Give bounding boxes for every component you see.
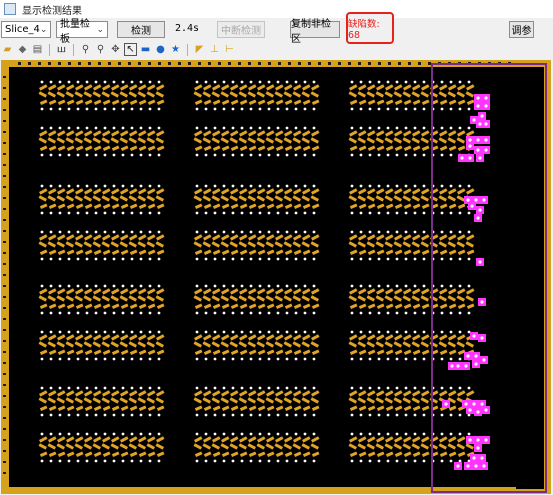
inspection-image[interactable] [0,60,553,495]
copy-noninspect-button[interactable]: 复制非检区 [290,19,340,45]
board-surface [9,67,516,487]
chevron-down-icon: ⌄ [96,24,104,35]
corner-marker-icon[interactable]: ⊢ [223,43,236,56]
open-folder-icon[interactable]: ▰ [1,43,14,56]
eraser-icon[interactable]: ◆ [16,43,29,56]
print-icon[interactable]: ▤ [31,43,44,56]
move-icon[interactable]: ✥ [109,43,122,56]
key-icon[interactable]: ⚲ [94,43,107,56]
toolbar: Slice_4 ⌄ 批量检板 ⌄ 检测 2.4s 中断检测 复制非检区 调参 [0,19,553,45]
key-icon[interactable]: ⚲ [79,43,92,56]
defect-count: 缺陷数: 68 [346,12,394,44]
book-icon[interactable]: ꟺ [55,43,68,56]
adjust-params-button[interactable]: 调参 [509,21,534,38]
detect-button[interactable]: 检测 [117,21,165,38]
board-edge [516,67,544,489]
tool-iconbar: ▰ ◆ ▤ ꟺ ⚲ ⚲ ✥ ↖ ▬ ● ★ ◤ ⊥ ⊢ [0,41,553,58]
triangle-marker-icon[interactable]: ◤ [193,43,206,56]
mode-select[interactable]: 批量检板 ⌄ [56,19,108,45]
toolbar-separator [73,43,74,56]
star-icon[interactable]: ★ [169,43,182,56]
toolbar-separator [49,43,50,56]
app-icon [4,3,16,15]
slice-select[interactable]: Slice_4 ⌄ [1,21,51,38]
circle-icon[interactable]: ● [154,43,167,56]
slice-select-value: Slice_4 [5,24,40,35]
stop-detect-button[interactable]: 中断检测 [217,21,265,38]
toolbar-separator [187,43,188,56]
t-marker-icon[interactable]: ⊥ [208,43,221,56]
mode-select-value: 批量检板 [60,18,90,45]
chevron-down-icon: ⌄ [39,24,48,35]
rectangle-icon[interactable]: ▬ [139,43,152,56]
elapsed-time: 2.4s [175,23,200,34]
pointer-icon[interactable]: ↖ [124,43,137,56]
